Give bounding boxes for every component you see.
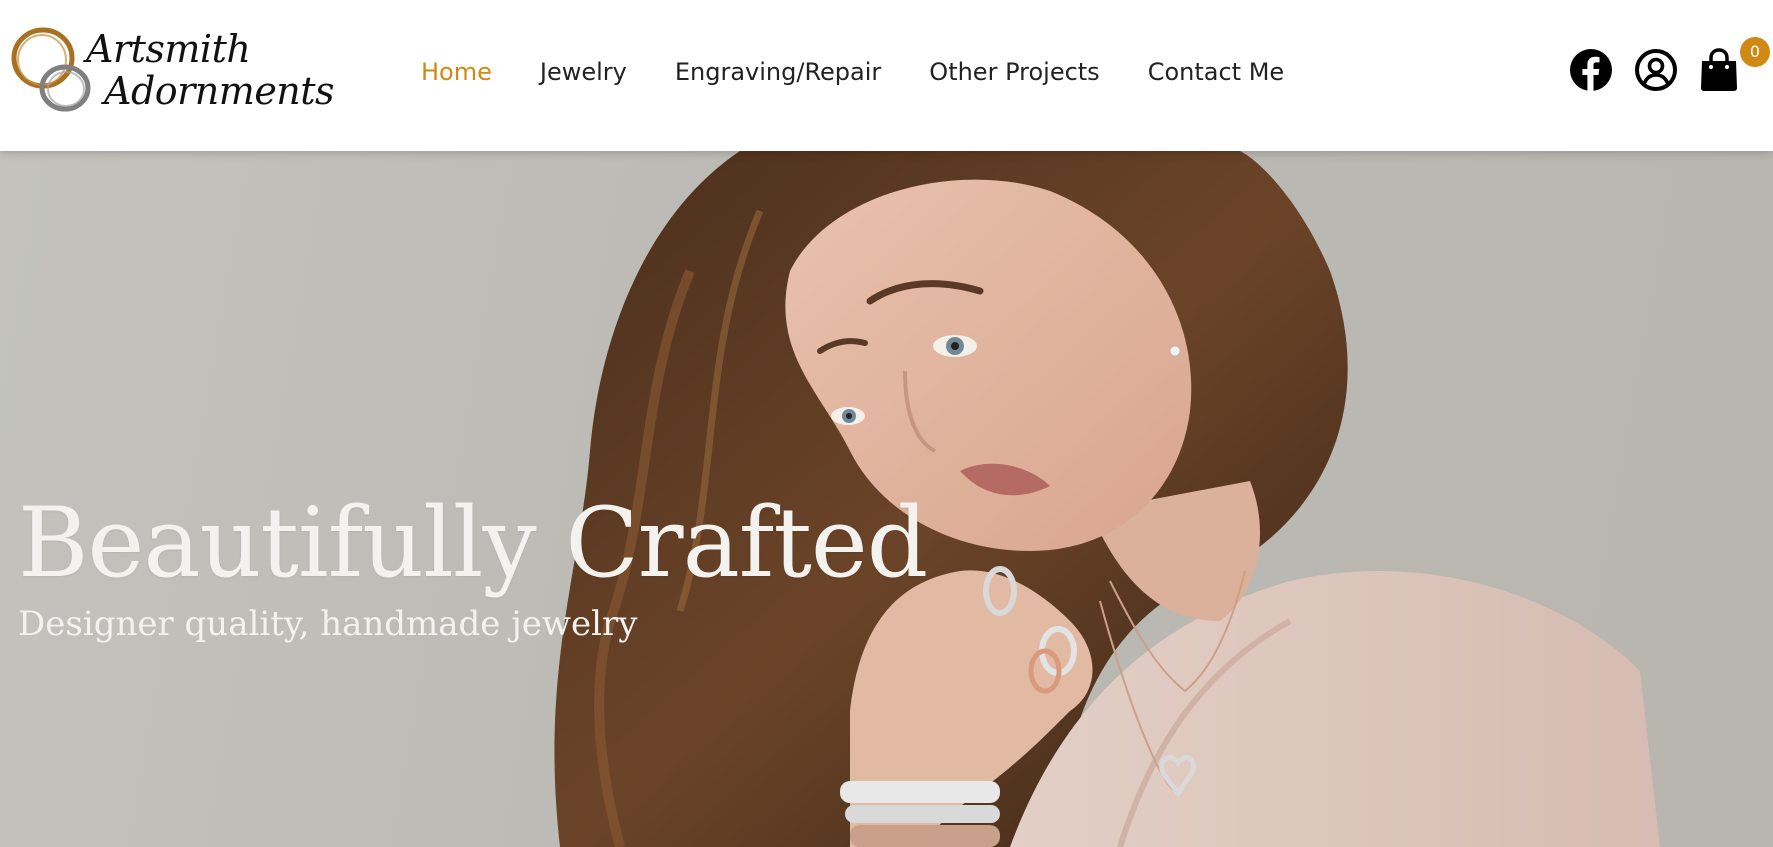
- site-header: Artsmith Adornments Home Jewelry Engravi…: [0, 0, 1773, 151]
- hero-banner: Beautifully Crafted Designer quality, ha…: [0, 151, 1773, 847]
- hero-subtitle: Designer quality, handmade jewelry: [18, 604, 638, 644]
- nav-contact-me[interactable]: Contact Me: [1148, 52, 1284, 92]
- main-nav: Home Jewelry Engraving/Repair Other Proj…: [421, 52, 1332, 92]
- nav-jewelry[interactable]: Jewelry: [540, 52, 627, 92]
- nav-home[interactable]: Home: [421, 52, 492, 92]
- brand-name-line2: Adornments: [104, 69, 335, 113]
- hero-title: Beautifully Crafted: [18, 487, 928, 600]
- brand-name-line1: Artsmith: [86, 27, 251, 71]
- nav-other-projects[interactable]: Other Projects: [929, 52, 1099, 92]
- nav-engraving-repair[interactable]: Engraving/Repair: [675, 52, 881, 92]
- brand-logo[interactable]: Artsmith Adornments: [10, 22, 335, 122]
- shopping-bag-icon[interactable]: [1697, 46, 1741, 91]
- facebook-icon[interactable]: [1569, 48, 1613, 92]
- account-icon[interactable]: [1634, 48, 1678, 92]
- cart-count-badge: 0: [1740, 37, 1770, 67]
